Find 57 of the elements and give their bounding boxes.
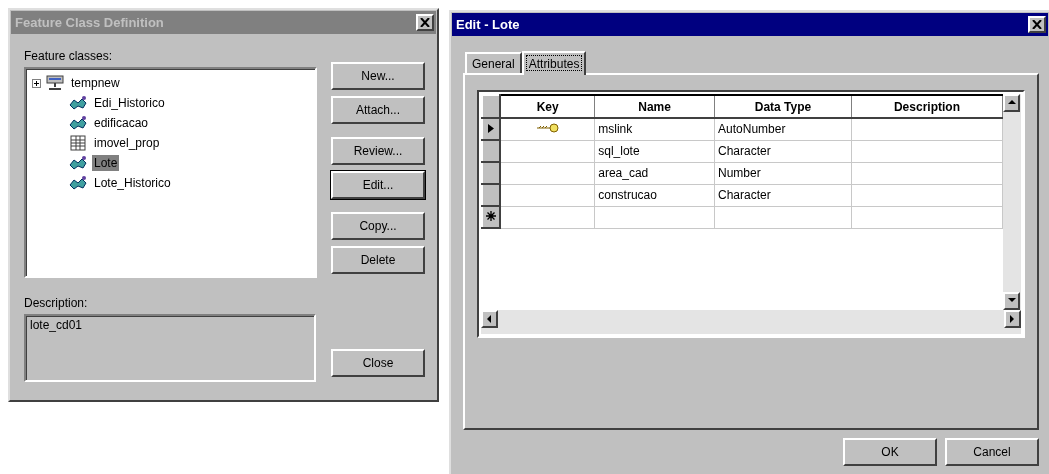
tree-item[interactable]: tempnew: [69, 75, 122, 91]
table-icon: [68, 135, 88, 151]
scroll-down-icon[interactable]: [1003, 292, 1020, 310]
window-title: Edit - Lote: [456, 17, 520, 32]
scroll-right-icon[interactable]: [1004, 310, 1021, 328]
tree-item[interactable]: Lote_Historico: [92, 175, 173, 191]
dialog-button[interactable]: Attach...: [331, 96, 425, 124]
window-title: Feature Class Definition: [15, 15, 164, 30]
dialog-button[interactable]: OK: [843, 438, 937, 466]
expand-toggle[interactable]: [32, 78, 41, 88]
dialog-button[interactable]: Delete: [331, 246, 425, 274]
table-cell: AutoNumber: [718, 122, 786, 137]
map-layer-icon: [68, 115, 88, 131]
tree-item[interactable]: Edi_Historico: [92, 95, 167, 111]
row-selector[interactable]: [482, 118, 501, 140]
tree-item[interactable]: Lote: [92, 155, 120, 171]
map-layer-icon: [68, 95, 88, 111]
corner-header: [482, 95, 501, 118]
table-cell: Number: [718, 166, 761, 180]
tree-item[interactable]: edificacao: [92, 115, 151, 131]
row-selector[interactable]: [482, 162, 501, 184]
field-label: Feature classes:: [24, 49, 114, 63]
column-header[interactable]: Key: [500, 95, 595, 118]
table-cell: sql_lote: [598, 144, 640, 158]
table-cell: Character: [718, 188, 771, 202]
scroll-left-icon[interactable]: [481, 310, 498, 328]
row-pointer-icon: [488, 124, 495, 133]
column-header[interactable]: Data Type: [714, 95, 852, 118]
server-icon: [45, 75, 65, 91]
dialog-button[interactable]: New...: [331, 62, 425, 90]
close-button[interactable]: Close: [331, 349, 425, 377]
tab[interactable]: Attributes: [521, 51, 587, 75]
description-field[interactable]: lote_cd01: [24, 314, 316, 382]
table-cell: mslink: [598, 122, 633, 137]
close-icon[interactable]: [416, 14, 434, 31]
table-cell: area_cad: [598, 166, 649, 180]
scroll-up-icon[interactable]: [1003, 94, 1020, 112]
row-selector[interactable]: [482, 140, 501, 162]
close-icon[interactable]: [1028, 16, 1046, 33]
dialog-button[interactable]: Review...: [331, 137, 425, 165]
field-label: Description:: [24, 296, 89, 310]
new-row-icon: [486, 211, 497, 221]
map-layer-icon: [68, 175, 88, 191]
tab[interactable]: General: [465, 52, 522, 73]
row-selector[interactable]: [482, 206, 501, 228]
dialog-button[interactable]: Copy...: [331, 212, 425, 240]
column-header[interactable]: Name: [594, 95, 715, 118]
table-cell: Character: [718, 144, 771, 158]
horizontal-scrollbar[interactable]: [481, 310, 1021, 334]
column-header[interactable]: Description: [851, 95, 1003, 118]
map-layer-icon: [68, 155, 88, 171]
dialog-button[interactable]: Edit...: [331, 171, 425, 199]
vertical-scrollbar[interactable]: [1003, 94, 1021, 310]
table-cell: construcao: [598, 188, 657, 202]
dialog-button[interactable]: Cancel: [945, 438, 1039, 466]
row-selector[interactable]: [482, 184, 501, 206]
tree-item[interactable]: imovel_prop: [92, 135, 162, 151]
